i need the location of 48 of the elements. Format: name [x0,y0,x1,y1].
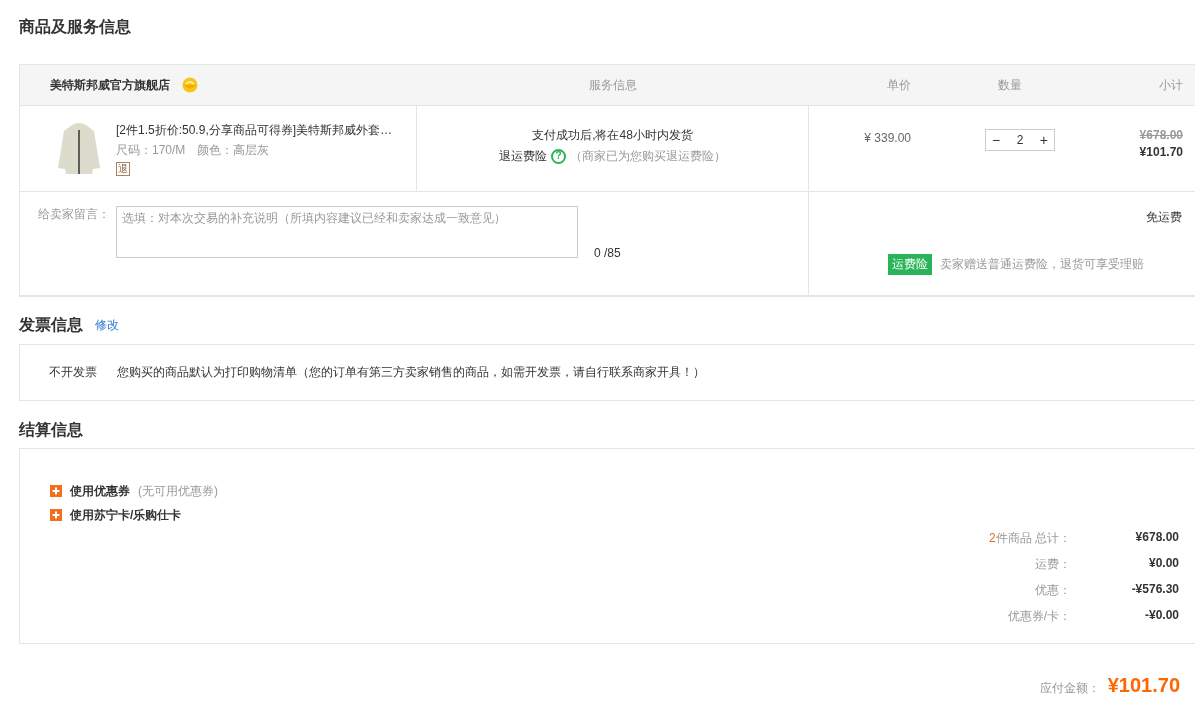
subtotal: ¥101.70 [1139,145,1183,159]
invoice-note: 您购买的商品默认为打印购物清单（您的订单有第三方卖家销售的商品，如需开发票，请自行联系商家开具！） [117,364,705,381]
option-label[interactable]: 使用苏宁卡/乐购仕卡 [70,506,182,524]
insurance-badge: 运费险 [888,254,932,275]
summary-value: -¥0.00 [1143,608,1179,624]
insurance-description: 卖家赠送普通运费险，退货可享受理赔 [940,256,1144,273]
message-field[interactable]: 选填：对本次交易的补充说明（所填内容建议已经和卖家达成一致意见） [116,206,578,258]
summary-label: 优惠： [1034,582,1071,599]
unit-price: ¥ 339.00 [863,130,911,147]
option-label[interactable]: 使用优惠券 [70,482,130,500]
column-header: 数量 [997,76,1023,94]
total-amount: ¥101.70 [1107,674,1180,697]
message-label: 给卖家留言： [38,206,110,223]
summary-label: 运费： [1034,556,1071,573]
quantity-stepper[interactable]: − 2 + [985,129,1055,151]
total-label: 应付金额： [1039,680,1100,697]
column-header: 小计 [1158,76,1184,94]
minus-button[interactable]: − [992,133,1001,147]
shipping-fee: 免运费 [1146,209,1182,226]
product-size: 尺码：170/M [116,142,186,159]
summary-value: ¥0.00 [1147,556,1179,572]
invoice-type: 不开发票 [49,364,97,381]
section-title: 发票信息 [19,315,83,335]
store-name: 美特斯邦威官方旗舰店 [50,76,170,94]
character-counter: 0 /85 [594,246,621,260]
expand-plus-icon [50,509,62,521]
product-title[interactable]: [2件1.5折价:50.9,分享商品可得券]美特斯邦威外套… [116,122,396,139]
shipping-note: 支付成功后,将在48小时内发货 [532,126,693,144]
summary-label: 优惠券/卡： [1006,608,1071,625]
store-badge-icon [180,77,200,93]
section-title: 结算信息 [19,420,83,440]
option-note: (无可用优惠券) [138,482,218,500]
expand-plus-icon [50,485,62,497]
summary-value: ¥678.00 [1134,530,1179,546]
edit-link[interactable]: 修改 [95,317,119,334]
summary-value: -¥576.30 [1130,582,1179,598]
column-header: 服务信息 [588,76,638,94]
jacket-photo-placeholder [56,122,102,176]
return-badge: 退 [116,162,130,176]
product-color: 颜色：高层灰 [197,142,270,159]
plus-button[interactable]: + [1039,133,1048,147]
insurance-label: 退运费险 [499,147,547,165]
insurance-note: （商家已为您购买退运费险） [570,147,726,165]
quantity-value: 2 [1016,133,1024,147]
summary-label: 2件商品 总计： [988,530,1071,547]
section-title: 商品及服务信息 [19,17,132,37]
original-subtotal: ¥678.00 [1139,128,1183,142]
column-header: 单价 [886,76,911,94]
